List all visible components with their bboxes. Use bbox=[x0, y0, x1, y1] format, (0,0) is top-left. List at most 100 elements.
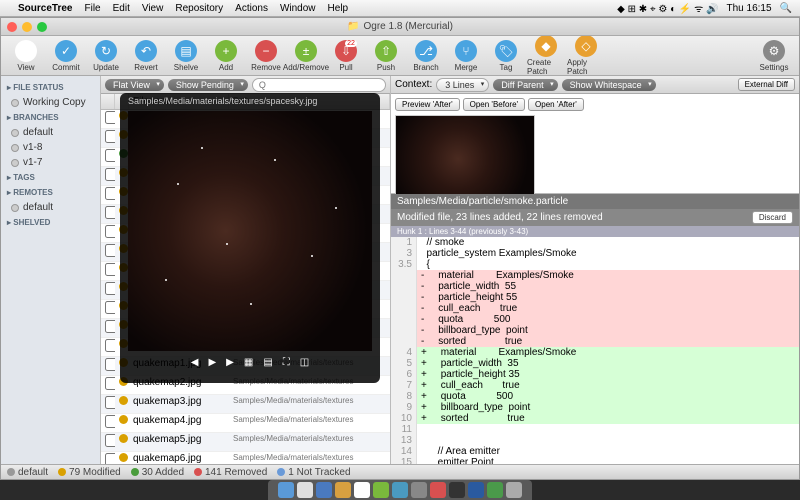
tool-branch[interactable]: ⎇Branch bbox=[407, 40, 445, 72]
tool-push[interactable]: ⇧Push bbox=[367, 40, 405, 72]
tool-settings[interactable]: ⚙Settings bbox=[755, 40, 793, 72]
dock-app[interactable] bbox=[373, 482, 389, 498]
file-row[interactable]: quakemap3.jpgSamples/Media/materials/tex… bbox=[101, 395, 390, 414]
dock-app[interactable] bbox=[297, 482, 313, 498]
view-mode-dropdown[interactable]: Flat View bbox=[105, 79, 164, 91]
file-checkbox[interactable] bbox=[105, 130, 115, 143]
quicklook-overlay[interactable]: Samples/Media/materials/textures/spacesk… bbox=[120, 93, 380, 383]
diff-line: 10+ sorted true bbox=[391, 413, 799, 424]
menubar-clock[interactable]: Thu 16:15 bbox=[727, 3, 772, 14]
file-checkbox[interactable] bbox=[105, 282, 115, 295]
sidebar-item[interactable]: v1-7 bbox=[1, 155, 100, 170]
file-checkbox[interactable] bbox=[105, 206, 115, 219]
file-checkbox[interactable] bbox=[105, 168, 115, 181]
file-row[interactable]: quakemap4.jpgSamples/Media/materials/tex… bbox=[101, 414, 390, 433]
diff-line: 14 // Area emitter bbox=[391, 446, 799, 457]
file-checkbox[interactable] bbox=[105, 434, 115, 447]
dock-ical[interactable] bbox=[354, 482, 370, 498]
whitespace-dropdown[interactable]: Show Whitespace bbox=[562, 79, 656, 91]
tool-update[interactable]: ↻Update bbox=[87, 40, 125, 72]
ql-sheet-icon[interactable]: ▦ bbox=[244, 357, 253, 368]
file-checkbox[interactable] bbox=[105, 415, 115, 428]
dock-photoshop[interactable] bbox=[468, 482, 484, 498]
diff-body[interactable]: 1 // smoke3 particle_system Examples/Smo… bbox=[391, 237, 799, 464]
ql-grid-icon[interactable]: ▤ bbox=[263, 357, 272, 368]
menu-repository[interactable]: Repository bbox=[175, 3, 223, 14]
file-checkbox[interactable] bbox=[105, 149, 115, 162]
dock-mail[interactable] bbox=[316, 482, 332, 498]
dock[interactable] bbox=[268, 480, 532, 500]
dock-app[interactable] bbox=[487, 482, 503, 498]
tool-view[interactable]: ◧View bbox=[7, 40, 45, 72]
file-checkbox[interactable] bbox=[105, 187, 115, 200]
discard-button[interactable]: Discard bbox=[752, 211, 793, 224]
minimize-icon[interactable] bbox=[22, 22, 32, 32]
tool-shelve[interactable]: ▤Shelve bbox=[167, 40, 205, 72]
context-lines-dropdown[interactable]: 3 Lines bbox=[436, 78, 489, 92]
file-checkbox[interactable] bbox=[105, 263, 115, 276]
preview-after-button[interactable]: Preview 'After' bbox=[395, 98, 460, 111]
menubar-icons[interactable]: ◆ ⊞ ✱ ⌖ ⚙ ◐ ⚡ ᯤ 🔊 bbox=[617, 1, 718, 15]
file-checkbox[interactable] bbox=[105, 111, 115, 124]
dock-app[interactable] bbox=[392, 482, 408, 498]
file-search-input[interactable] bbox=[252, 78, 386, 92]
open-before-button[interactable]: Open 'Before' bbox=[463, 98, 525, 111]
tool-remove[interactable]: −Remove bbox=[247, 40, 285, 72]
file-checkbox[interactable] bbox=[105, 396, 115, 409]
menu-window[interactable]: Window bbox=[280, 3, 316, 14]
menu-help[interactable]: Help bbox=[328, 3, 349, 14]
sidebar-item[interactable]: default bbox=[1, 125, 100, 140]
sidebar-section[interactable]: ▸ Shelved bbox=[1, 215, 100, 230]
dock-app[interactable] bbox=[411, 482, 427, 498]
ql-prev-icon[interactable]: ◀ bbox=[191, 357, 199, 368]
tool-merge[interactable]: ⑂Merge bbox=[447, 40, 485, 72]
close-icon[interactable] bbox=[7, 22, 17, 32]
ql-play-icon[interactable]: ▶ bbox=[208, 357, 216, 368]
menu-edit[interactable]: Edit bbox=[113, 3, 130, 14]
tool-apply-patch[interactable]: ◇Apply Patch bbox=[567, 35, 605, 76]
spotlight-icon[interactable]: 🔍 bbox=[780, 3, 792, 14]
file-row[interactable]: quakemap5.jpgSamples/Media/materials/tex… bbox=[101, 433, 390, 452]
ql-fullscreen-icon[interactable]: ⛶ bbox=[283, 357, 290, 368]
sidebar-item[interactable]: default bbox=[1, 200, 100, 215]
file-checkbox[interactable] bbox=[105, 244, 115, 257]
external-diff-button[interactable]: External Diff bbox=[738, 78, 795, 91]
tool-add-remove[interactable]: ±Add/Remove bbox=[287, 40, 325, 72]
dock-trash[interactable] bbox=[506, 482, 522, 498]
ql-next-icon[interactable]: ▶ bbox=[226, 357, 234, 368]
sidebar-section[interactable]: ▸ Tags bbox=[1, 170, 100, 185]
file-checkbox[interactable] bbox=[105, 339, 115, 352]
dock-app[interactable] bbox=[335, 482, 351, 498]
tool-pull[interactable]: ⇩22Pull bbox=[327, 40, 365, 72]
tool-create-patch[interactable]: ◆Create Patch bbox=[527, 35, 565, 76]
file-checkbox[interactable] bbox=[105, 377, 115, 390]
tool-add[interactable]: +Add bbox=[207, 40, 245, 72]
file-checkbox[interactable] bbox=[105, 225, 115, 238]
zoom-icon[interactable] bbox=[37, 22, 47, 32]
sidebar-section[interactable]: ▸ Remotes bbox=[1, 185, 100, 200]
tool-revert[interactable]: ↶Revert bbox=[127, 40, 165, 72]
open-after-button[interactable]: Open 'After' bbox=[528, 98, 584, 111]
file-checkbox[interactable] bbox=[105, 453, 115, 464]
sidebar-section[interactable]: ▸ File Status bbox=[1, 80, 100, 95]
sidebar-item[interactable]: Working Copy bbox=[1, 95, 100, 110]
sidebar-item[interactable]: v1-8 bbox=[1, 140, 100, 155]
diff-parent-dropdown[interactable]: Diff Parent bbox=[493, 79, 557, 91]
menu-app[interactable]: SourceTree bbox=[18, 3, 72, 14]
status-icon bbox=[119, 415, 128, 424]
dock-app[interactable] bbox=[449, 482, 465, 498]
file-checkbox[interactable] bbox=[105, 358, 115, 371]
sidebar-section[interactable]: ▸ Branches bbox=[1, 110, 100, 125]
file-checkbox[interactable] bbox=[105, 320, 115, 333]
menu-file[interactable]: File bbox=[84, 3, 100, 14]
file-checkbox[interactable] bbox=[105, 301, 115, 314]
pending-dropdown[interactable]: Show Pending bbox=[168, 79, 248, 91]
tool-tag[interactable]: 🏷Tag bbox=[487, 40, 525, 72]
dock-app[interactable] bbox=[430, 482, 446, 498]
menu-view[interactable]: View bbox=[142, 3, 164, 14]
menu-actions[interactable]: Actions bbox=[235, 3, 268, 14]
dock-finder[interactable] bbox=[278, 482, 294, 498]
ql-add-icon[interactable]: ◫ bbox=[300, 357, 309, 368]
file-row[interactable]: quakemap6.jpgSamples/Media/materials/tex… bbox=[101, 452, 390, 464]
tool-commit[interactable]: ✓Commit bbox=[47, 40, 85, 72]
